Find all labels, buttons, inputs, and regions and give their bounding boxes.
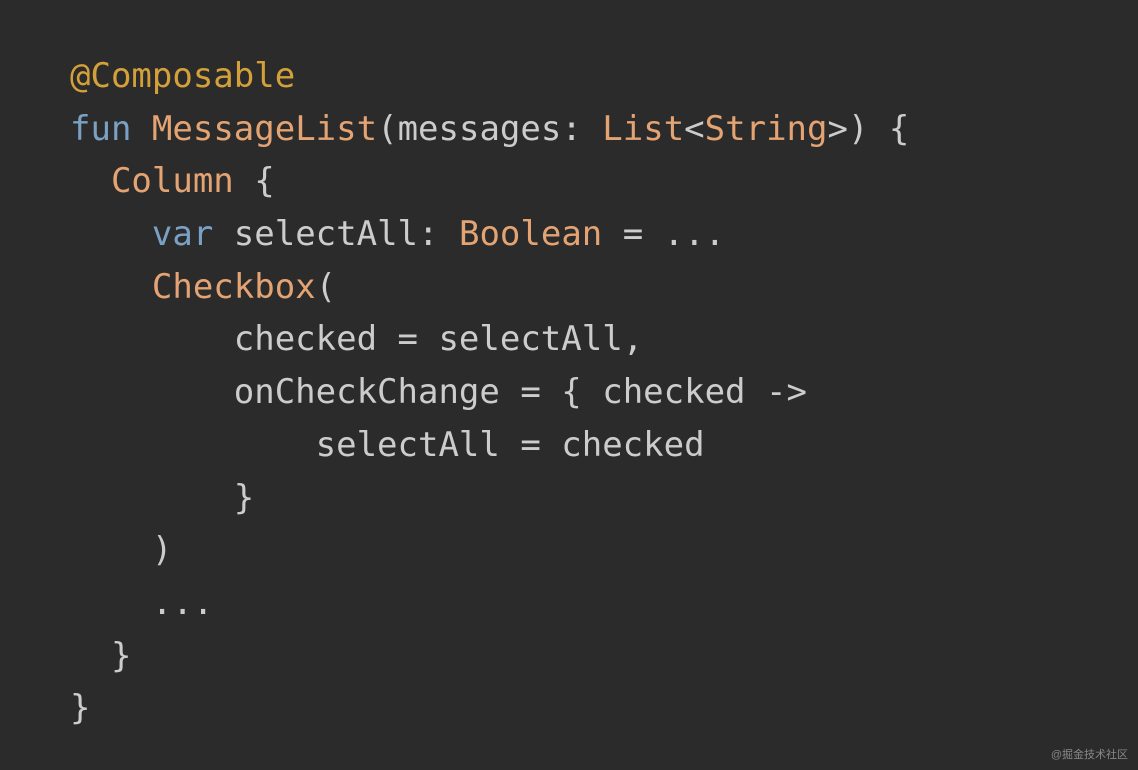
code-line-4: var selectAll: Boolean = ... bbox=[70, 214, 725, 254]
paren: ( bbox=[377, 109, 397, 149]
code-line-3: Column { bbox=[70, 161, 275, 201]
assign: = ... bbox=[602, 214, 725, 254]
watermark: @掘金技术社区 bbox=[1051, 747, 1128, 764]
code-line-5: Checkbox( bbox=[70, 267, 336, 307]
code-line-9: } bbox=[70, 478, 254, 518]
code-line-10: ) bbox=[70, 530, 172, 570]
colon: : bbox=[418, 214, 459, 254]
type-list: List bbox=[602, 109, 684, 149]
lambda-body: selectAll = checked bbox=[316, 425, 705, 465]
arg-checked: checked = selectAll, bbox=[234, 319, 643, 359]
code-line-6: checked = selectAll, bbox=[70, 319, 643, 359]
code-line-7: onCheckChange = { checked -> bbox=[70, 372, 807, 412]
type-boolean: Boolean bbox=[459, 214, 602, 254]
function-name: MessageList bbox=[152, 109, 377, 149]
keyword-fun: fun bbox=[70, 109, 131, 149]
code-line-1: @Composable bbox=[70, 56, 295, 96]
paren-close: ) bbox=[848, 109, 868, 149]
code-line-8: selectAll = checked bbox=[70, 425, 705, 465]
paren: ( bbox=[316, 267, 336, 307]
code-line-12: } bbox=[70, 636, 131, 676]
ellipsis: ... bbox=[152, 583, 213, 623]
brace: { bbox=[868, 109, 909, 149]
code-line-11: ... bbox=[70, 583, 213, 623]
colon: : bbox=[561, 109, 602, 149]
paren-close: ) bbox=[152, 530, 172, 570]
param-name: messages bbox=[398, 109, 562, 149]
code-line-2: fun MessageList(messages: List<String>) … bbox=[70, 109, 909, 149]
brace: { bbox=[234, 161, 275, 201]
code-block: @Composable fun MessageList(messages: Li… bbox=[70, 50, 1138, 735]
annotation: @Composable bbox=[70, 56, 295, 96]
angle-open: < bbox=[684, 109, 704, 149]
code-line-13: } bbox=[70, 688, 90, 728]
column-call: Column bbox=[111, 161, 234, 201]
var-name: selectAll bbox=[213, 214, 418, 254]
brace-close: } bbox=[70, 688, 90, 728]
brace-close: } bbox=[111, 636, 131, 676]
arg-oncheck: onCheckChange = { checked -> bbox=[234, 372, 807, 412]
checkbox-call: Checkbox bbox=[152, 267, 316, 307]
brace-close: } bbox=[234, 478, 254, 518]
angle-close: > bbox=[827, 109, 847, 149]
keyword-var: var bbox=[152, 214, 213, 254]
type-string: String bbox=[705, 109, 828, 149]
